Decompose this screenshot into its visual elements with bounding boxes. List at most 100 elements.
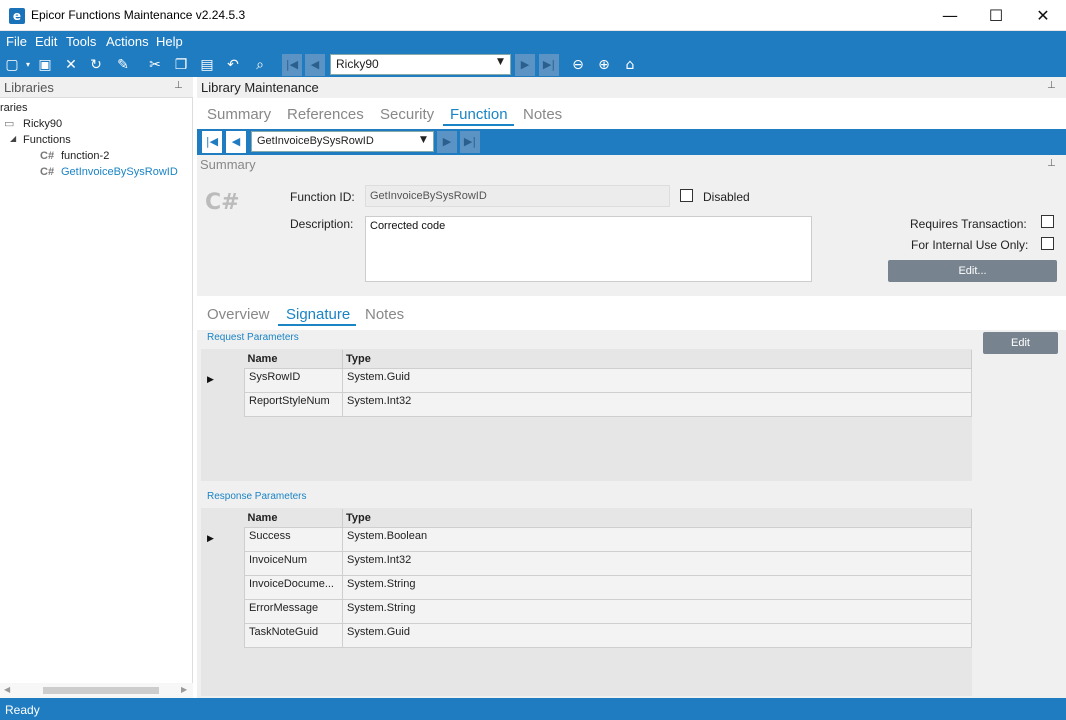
delete-icon[interactable]: ✕ bbox=[61, 55, 81, 75]
response-parameters-grid: Name Type Success System.Boolean Invoice… bbox=[244, 509, 972, 648]
param-type[interactable]: System.Int32 bbox=[342, 391, 972, 417]
column-header-name[interactable]: Name bbox=[244, 350, 343, 368]
menu-tools[interactable]: Tools bbox=[66, 34, 96, 49]
chevron-down-icon[interactable]: ▼ bbox=[420, 135, 427, 145]
table-row[interactable]: InvoiceDocume... System.String bbox=[244, 574, 972, 600]
column-header-type[interactable]: Type bbox=[342, 350, 972, 368]
expanded-caret-icon[interactable]: ◢ bbox=[10, 134, 16, 143]
pin-icon[interactable]: ⊥ bbox=[1047, 80, 1056, 91]
menu-file[interactable]: File bbox=[6, 34, 27, 49]
param-name[interactable]: TaskNoteGuid bbox=[244, 622, 343, 648]
disabled-label: Disabled bbox=[703, 190, 750, 204]
scroll-right-icon[interactable]: ▶ bbox=[181, 685, 187, 694]
internal-use-checkbox[interactable] bbox=[1041, 237, 1054, 250]
signature-edit-button[interactable]: Edit bbox=[983, 332, 1058, 354]
back-icon[interactable]: ⊖ bbox=[568, 55, 588, 75]
param-type[interactable]: System.Boolean bbox=[342, 526, 972, 552]
copy-icon[interactable]: ❐ bbox=[171, 55, 191, 75]
save-icon[interactable]: ▣ bbox=[35, 55, 55, 75]
param-name[interactable]: InvoiceNum bbox=[244, 550, 343, 576]
first-record-icon[interactable]: |◀ bbox=[282, 54, 302, 76]
tree-function-item[interactable]: function-2 bbox=[61, 150, 109, 162]
scroll-left-icon[interactable]: ◀ bbox=[4, 685, 10, 694]
csharp-icon: C# bbox=[205, 190, 240, 215]
subtab-notes[interactable]: Notes bbox=[365, 306, 404, 323]
tab-security[interactable]: Security bbox=[380, 106, 434, 123]
param-name[interactable]: InvoiceDocume... bbox=[244, 574, 343, 600]
libraries-title: Libraries bbox=[4, 80, 54, 95]
next-function-icon[interactable]: ▶ bbox=[437, 131, 457, 153]
home-icon[interactable]: ⌂ bbox=[620, 55, 640, 75]
requires-transaction-label: Requires Transaction: bbox=[910, 217, 1027, 231]
forward-icon[interactable]: ⊕ bbox=[594, 55, 614, 75]
column-header-type[interactable]: Type bbox=[342, 509, 972, 527]
table-row[interactable]: TaskNoteGuid System.Guid bbox=[244, 622, 972, 648]
pin-icon[interactable]: ⊥ bbox=[174, 80, 183, 91]
next-record-icon[interactable]: ▶ bbox=[515, 54, 535, 76]
tree-library-node[interactable]: Ricky90 bbox=[23, 118, 62, 130]
record-selector-value: Ricky90 bbox=[336, 57, 379, 71]
status-bar bbox=[0, 698, 1066, 720]
menu-actions[interactable]: Actions bbox=[106, 34, 149, 49]
param-name[interactable]: ErrorMessage bbox=[244, 598, 343, 624]
param-type[interactable]: System.Int32 bbox=[342, 550, 972, 576]
table-row[interactable]: Success System.Boolean bbox=[244, 526, 972, 552]
last-record-icon[interactable]: ▶| bbox=[539, 54, 559, 76]
request-parameters-title: Request Parameters bbox=[207, 332, 299, 343]
clear-icon[interactable]: ✎ bbox=[113, 55, 133, 75]
request-parameters-grid: Name Type SysRowID System.Guid ReportSty… bbox=[244, 350, 972, 417]
close-button[interactable]: ✕ bbox=[1020, 0, 1066, 31]
param-type[interactable]: System.String bbox=[342, 574, 972, 600]
pin-icon[interactable]: ⊥ bbox=[1047, 158, 1056, 169]
menu-edit[interactable]: Edit bbox=[35, 34, 57, 49]
param-name[interactable]: Success bbox=[244, 526, 343, 552]
epicor-app-icon: e bbox=[9, 8, 25, 24]
requires-transaction-checkbox[interactable] bbox=[1041, 215, 1054, 228]
param-type[interactable]: System.String bbox=[342, 598, 972, 624]
row-selector-icon: ▶ bbox=[207, 375, 214, 385]
subtab-signature[interactable]: Signature bbox=[286, 306, 350, 323]
table-row[interactable]: ErrorMessage System.String bbox=[244, 598, 972, 624]
table-row[interactable]: ReportStyleNum System.Int32 bbox=[244, 391, 972, 417]
library-maintenance-header bbox=[197, 77, 1066, 98]
scrollbar-thumb[interactable] bbox=[43, 687, 159, 694]
tab-summary[interactable]: Summary bbox=[207, 106, 271, 123]
active-subtab-indicator bbox=[278, 324, 356, 326]
function-selector-value: GetInvoiceBySysRowID bbox=[257, 135, 374, 147]
tree-functions-node[interactable]: Functions bbox=[23, 134, 71, 146]
first-function-icon[interactable]: |◀ bbox=[202, 131, 222, 153]
last-function-icon[interactable]: ▶| bbox=[460, 131, 480, 153]
disabled-checkbox[interactable] bbox=[680, 189, 693, 202]
tree-root-label[interactable]: raries bbox=[0, 102, 28, 114]
table-row[interactable]: InvoiceNum System.Int32 bbox=[244, 550, 972, 576]
description-value: Corrected code bbox=[370, 220, 446, 232]
param-name[interactable]: SysRowID bbox=[244, 367, 343, 393]
response-parameters-title: Response Parameters bbox=[207, 491, 307, 502]
tab-function[interactable]: Function bbox=[450, 106, 508, 123]
search-binoculars-icon[interactable]: ⌕ bbox=[250, 55, 270, 75]
column-header-name[interactable]: Name bbox=[244, 509, 343, 527]
subtab-overview[interactable]: Overview bbox=[207, 306, 270, 323]
paste-icon[interactable]: ▤ bbox=[197, 55, 217, 75]
cut-icon[interactable]: ✂ bbox=[145, 55, 165, 75]
param-name[interactable]: ReportStyleNum bbox=[244, 391, 343, 417]
tab-references[interactable]: References bbox=[287, 106, 364, 123]
summary-edit-button[interactable]: Edit... bbox=[888, 260, 1057, 282]
libraries-tree bbox=[0, 98, 193, 698]
csharp-icon: C# bbox=[40, 166, 55, 178]
menu-help[interactable]: Help bbox=[156, 34, 183, 49]
refresh-icon[interactable]: ↻ bbox=[86, 55, 106, 75]
active-tab-indicator bbox=[443, 124, 514, 126]
chevron-down-icon[interactable]: ▼ bbox=[497, 57, 504, 67]
previous-function-icon[interactable]: ◀ bbox=[226, 131, 246, 153]
tree-function-item-selected[interactable]: GetInvoiceBySysRowID bbox=[61, 166, 178, 178]
param-type[interactable]: System.Guid bbox=[342, 622, 972, 648]
undo-icon[interactable]: ↶ bbox=[223, 55, 243, 75]
library-icon: ▭ bbox=[4, 118, 15, 130]
minimize-button[interactable]: — bbox=[927, 0, 973, 31]
tab-notes[interactable]: Notes bbox=[523, 106, 562, 123]
table-row[interactable]: SysRowID System.Guid bbox=[244, 367, 972, 393]
param-type[interactable]: System.Guid bbox=[342, 367, 972, 393]
previous-record-icon[interactable]: ◀ bbox=[305, 54, 325, 76]
maximize-button[interactable]: ☐ bbox=[973, 0, 1019, 31]
